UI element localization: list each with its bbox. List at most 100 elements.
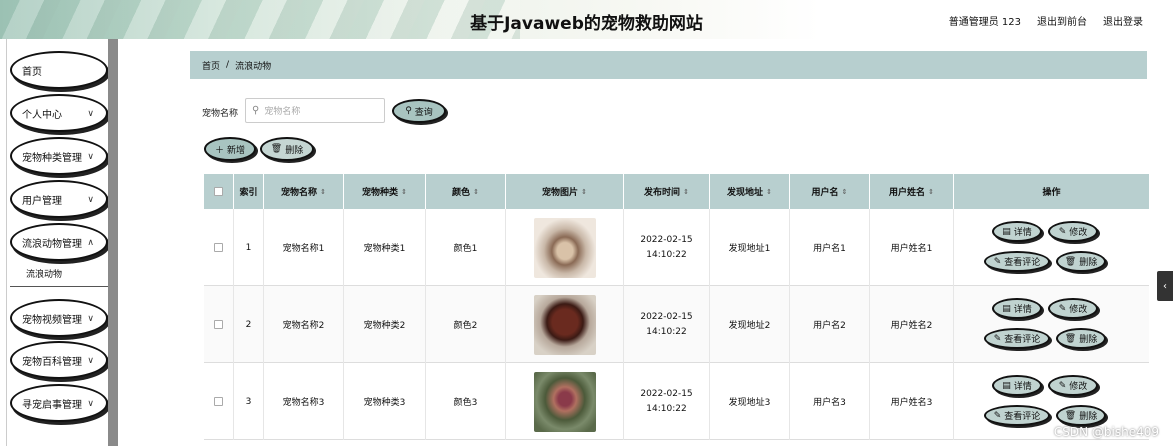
chevron-left-icon: ‹ <box>1163 280 1167 292</box>
sidebar-scrollbar[interactable] <box>108 39 118 446</box>
exit-to-front-link[interactable]: 退出到前台 <box>1037 13 1087 28</box>
col-name[interactable]: 宠物名称 ⇕ <box>264 174 344 209</box>
view-comments-button[interactable]: ✎ 查看评论 <box>984 328 1050 349</box>
add-button[interactable]: ＋ 新增 <box>204 137 256 161</box>
row-checkbox-cell <box>204 286 234 363</box>
comments-label: 查看评论 <box>1004 412 1041 422</box>
edit-label: 修改 <box>1069 228 1088 238</box>
row-checkbox[interactable] <box>214 243 223 252</box>
sidebar-item-pet-wiki[interactable]: 宠物百科管理 ∨ <box>10 341 108 379</box>
col-location[interactable]: 发现地址 ⇕ <box>710 174 790 209</box>
breadcrumb-home[interactable]: 首页 <box>202 59 220 72</box>
search-icon: ⚲ <box>252 105 260 116</box>
col-time[interactable]: 发布时间 ⇕ <box>624 174 710 209</box>
sidebar-item-pet-video[interactable]: 宠物视频管理 ∨ <box>10 299 108 337</box>
sidebar-item-label: 宠物种类管理 <box>22 152 82 164</box>
sidebar-item-users[interactable]: 用户管理 ∨ <box>10 180 108 218</box>
trash-icon: 🗑 <box>1064 333 1077 344</box>
pencil-icon: ✎ <box>993 333 1002 344</box>
search-placeholder: 宠物名称 <box>264 107 301 117</box>
header-checkbox[interactable] <box>204 174 234 209</box>
sidebar-item-lost-pet[interactable]: 寻宠启事管理 ∨ <box>10 384 108 422</box>
col-actions: 操作 <box>1042 188 1061 198</box>
cell-index: 3 <box>234 363 264 440</box>
cell-name: 宠物名称1 <box>264 209 344 286</box>
select-all-checkbox[interactable] <box>214 187 223 196</box>
sidebar-item-label: 个人中心 <box>22 109 62 121</box>
search-button-label: 查询 <box>414 107 433 118</box>
delete-button-label: 删除 <box>285 145 304 156</box>
col-realname[interactable]: 用户姓名 ⇕ <box>870 174 954 209</box>
col-image-label: 宠物图片 <box>542 188 579 198</box>
delete-button[interactable]: 🗑 删除 <box>260 137 314 161</box>
logout-link[interactable]: 退出登录 <box>1103 13 1143 28</box>
search-button[interactable]: ⚲ 查询 <box>392 99 446 123</box>
view-comments-button[interactable]: ✎ 查看评论 <box>984 251 1050 272</box>
sidebar-item-home[interactable]: 首页 <box>10 51 108 89</box>
row-delete-button[interactable]: 🗑 删除 <box>1056 328 1106 349</box>
row-delete-button[interactable]: 🗑 删除 <box>1056 251 1106 272</box>
edit-button[interactable]: ✎ 修改 <box>1048 375 1098 396</box>
sidebar-subitem-stray-animal[interactable]: 流浪动物 <box>10 261 108 287</box>
col-color[interactable]: 颜色 ⇕ <box>426 174 506 209</box>
detail-button[interactable]: ▤ 详情 <box>992 221 1042 242</box>
sidebar-item-personal-center[interactable]: 个人中心 ∨ <box>10 94 108 132</box>
col-type[interactable]: 宠物种类 ⇕ <box>344 174 426 209</box>
detail-label: 详情 <box>1013 305 1032 315</box>
cell-time: 2022-02-15 14:10:22 <box>624 209 710 286</box>
col-index: 索引 <box>234 174 264 209</box>
edit-label: 修改 <box>1069 382 1088 392</box>
cell-realname: 用户姓名2 <box>870 286 954 363</box>
trash-icon: 🗑 <box>1064 256 1077 267</box>
user-info: 普通管理员 123 退出到前台 退出登录 <box>949 13 1143 28</box>
sidebar-item-label: 用户管理 <box>22 195 62 207</box>
cell-color: 颜色3 <box>426 363 506 440</box>
row-checkbox[interactable] <box>214 397 223 406</box>
trash-icon: 🗑 <box>270 144 283 154</box>
col-username[interactable]: 用户名 ⇕ <box>790 174 870 209</box>
cell-username: 用户名1 <box>790 209 870 286</box>
sidebar-item-pet-type[interactable]: 宠物种类管理 ∨ <box>10 137 108 175</box>
detail-button[interactable]: ▤ 详情 <box>992 298 1042 319</box>
sort-icon: ⇕ <box>320 187 326 196</box>
cell-time: 2022-02-15 14:10:22 <box>624 363 710 440</box>
row-delete-button[interactable]: 🗑 删除 <box>1056 405 1106 426</box>
cell-color: 颜色1 <box>426 209 506 286</box>
col-color-label: 颜色 <box>452 188 471 198</box>
trash-icon: 🗑 <box>1064 410 1077 421</box>
col-image[interactable]: 宠物图片 ⇕ <box>506 174 624 209</box>
detail-label: 详情 <box>1013 382 1032 392</box>
edit-button[interactable]: ✎ 修改 <box>1048 298 1098 319</box>
search-input[interactable]: ⚲ 宠物名称 <box>245 98 385 123</box>
cell-type: 宠物种类3 <box>344 363 426 440</box>
sidebar-item-label: 寻宠启事管理 <box>22 399 82 411</box>
sidebar-item-stray-animals[interactable]: 流浪动物管理 ∧ <box>10 223 108 261</box>
chevron-down-icon: ∨ <box>87 356 94 366</box>
cell-type: 宠物种类2 <box>344 286 426 363</box>
col-type-label: 宠物种类 <box>362 188 399 198</box>
edit-button[interactable]: ✎ 修改 <box>1048 221 1098 242</box>
delete-label: 删除 <box>1079 335 1098 345</box>
add-button-label: 新增 <box>227 145 246 156</box>
cell-actions: ▤ 详情 ✎ 修改 ✎ 查看评论 🗑 删除 <box>954 286 1149 363</box>
sidebar-item-label: 宠物百科管理 <box>22 356 82 368</box>
pet-image <box>533 217 596 278</box>
row-checkbox[interactable] <box>214 320 223 329</box>
cell-realname: 用户姓名3 <box>870 363 954 440</box>
detail-button[interactable]: ▤ 详情 <box>992 375 1042 396</box>
row-checkbox-cell <box>204 209 234 286</box>
pencil-icon: ✎ <box>1058 226 1067 237</box>
cell-location: 发现地址1 <box>710 209 790 286</box>
top-header: 基于Javaweb的宠物救助网站 普通管理员 123 退出到前台 退出登录 <box>0 0 1173 39</box>
chevron-down-icon: ∨ <box>87 399 94 409</box>
cell-image <box>506 209 624 286</box>
pencil-icon: ✎ <box>993 410 1002 421</box>
pet-image <box>533 294 596 355</box>
view-comments-button[interactable]: ✎ 查看评论 <box>984 405 1050 426</box>
cell-name: 宠物名称3 <box>264 363 344 440</box>
table-header: 索引 宠物名称 ⇕ 宠物种类 ⇕ 颜色 ⇕ 宠物图片 ⇕ 发布时间 ⇕ 发现地址 ⇕ 用户名… <box>204 174 1149 209</box>
table-row: 2 宠物名称2 宠物种类2 颜色2 2022-02-15 14:10:22 发现… <box>204 286 1149 363</box>
table-row: 3 宠物名称3 宠物种类3 颜色3 2022-02-15 14:10:22 发现… <box>204 363 1149 440</box>
cell-index: 2 <box>234 286 264 363</box>
collapse-handle[interactable]: ‹ <box>1157 271 1173 301</box>
